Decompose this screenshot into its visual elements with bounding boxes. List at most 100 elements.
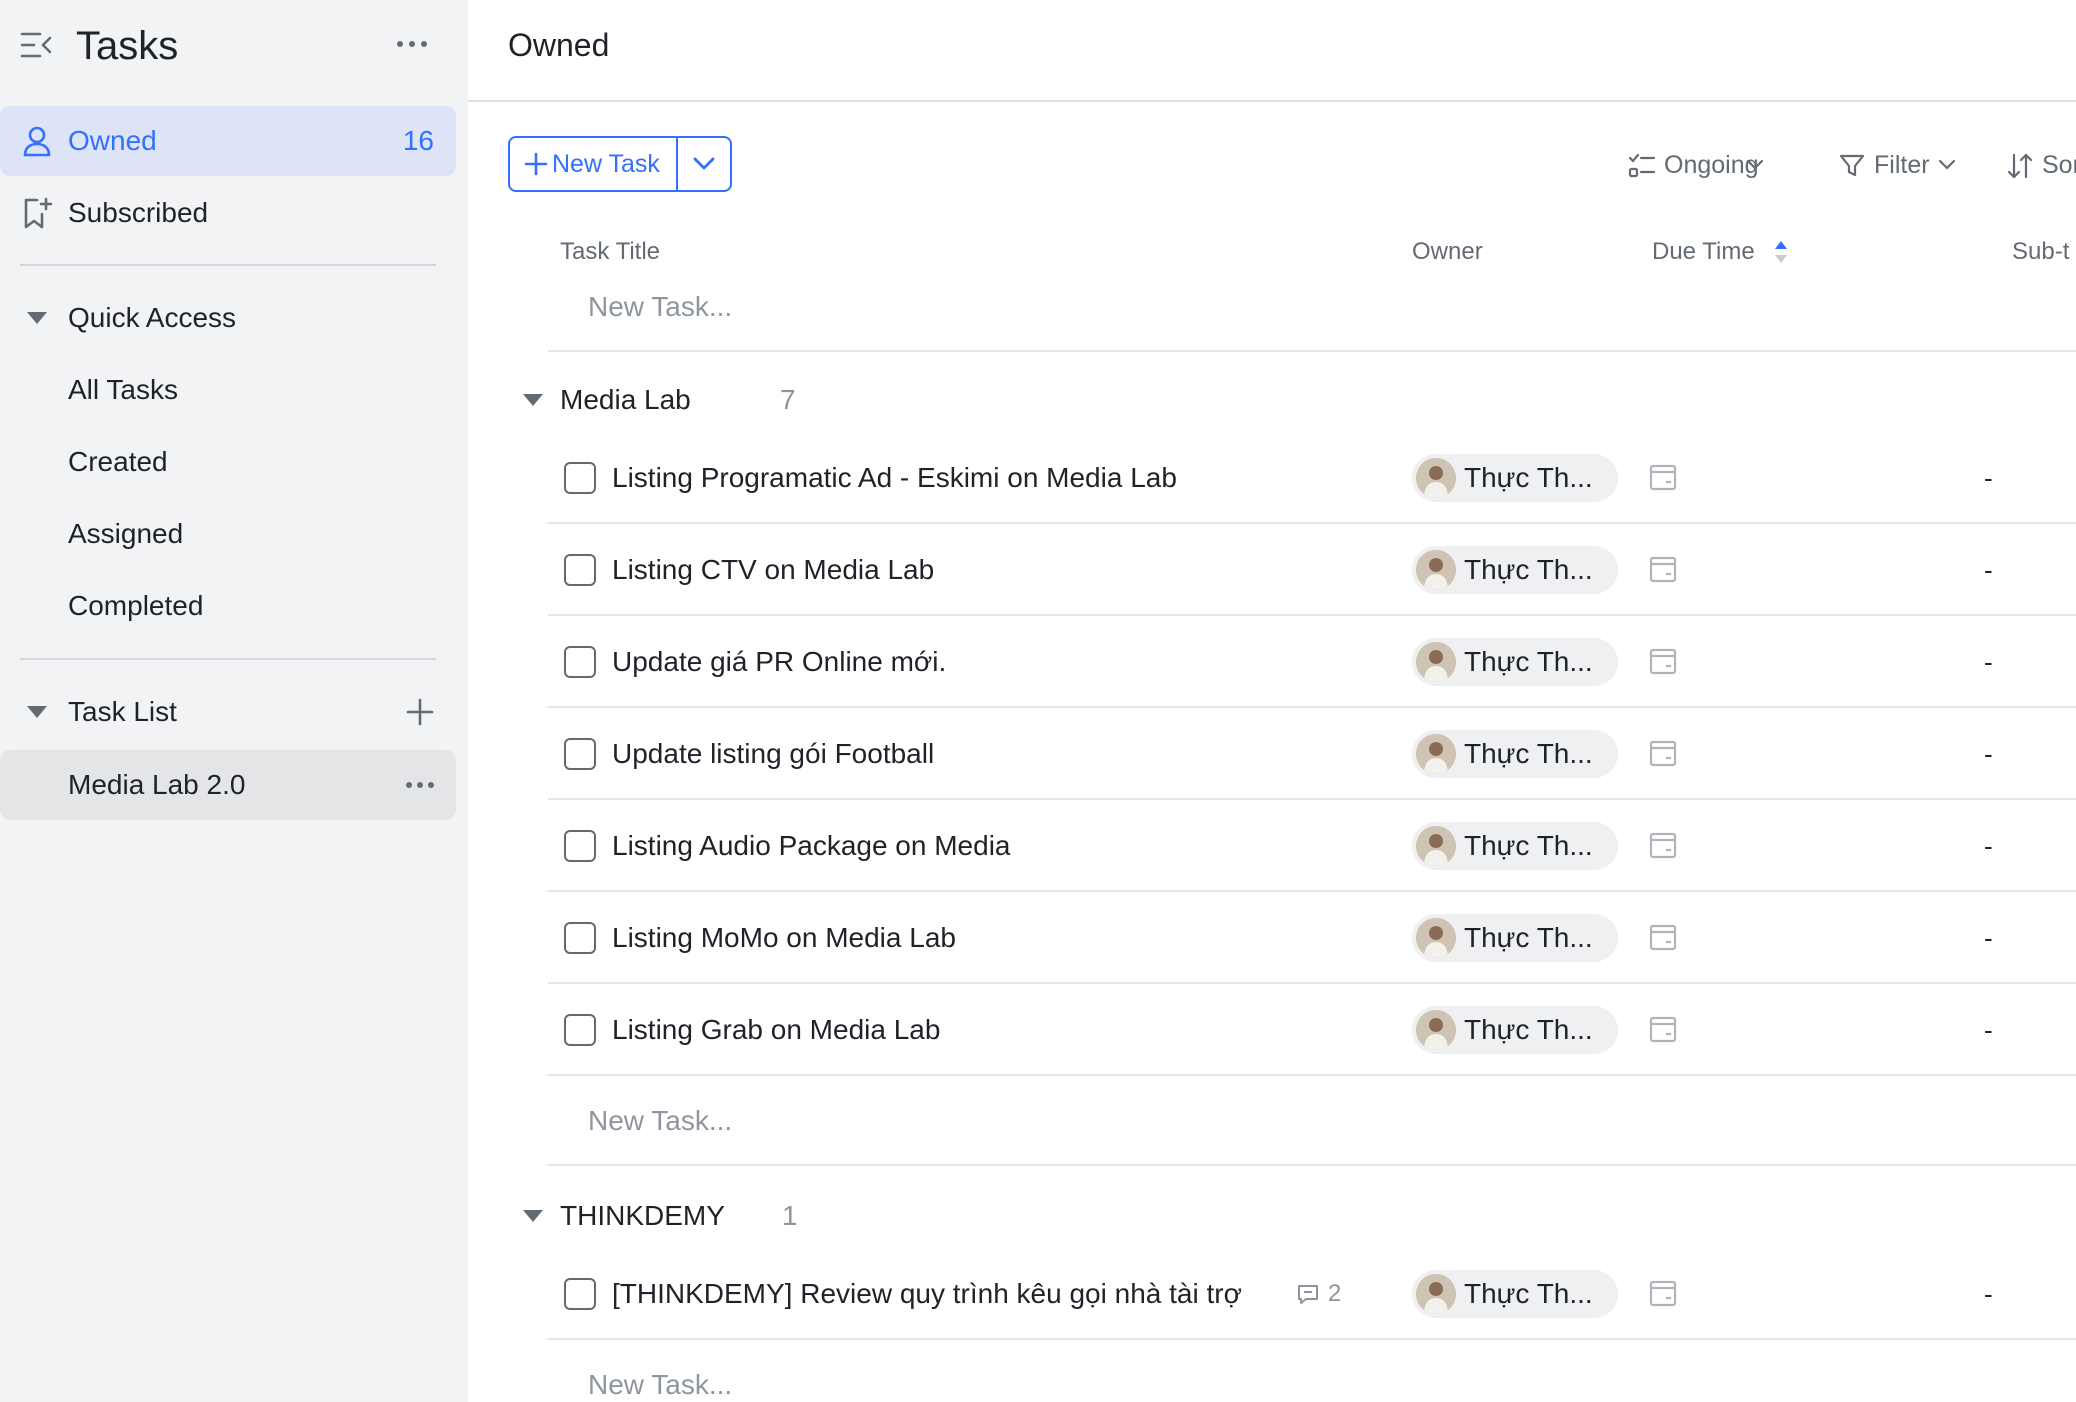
group-count: 1 <box>782 1200 798 1231</box>
avatar <box>1416 734 1456 774</box>
new-task-placeholder: New Task... <box>588 1105 733 1136</box>
new-task-row[interactable]: New Task... <box>548 1340 2076 1402</box>
owner-chip[interactable]: Thực Th... <box>1412 914 1618 962</box>
calendar-icon[interactable] <box>1648 922 1678 952</box>
quick-access-section[interactable]: Quick Access <box>0 288 456 348</box>
owner-name: Thực Th... <box>1464 1014 1593 1045</box>
sub-item-label: Created <box>68 446 168 477</box>
sort-icon <box>2006 152 2034 180</box>
quick-access-created[interactable]: Created <box>0 427 456 497</box>
quick-access-all-tasks[interactable]: All Tasks <box>0 355 456 425</box>
calendar-icon[interactable] <box>1648 646 1678 676</box>
new-task-row[interactable]: New Task... <box>548 1076 2076 1166</box>
quick-access-assigned[interactable]: Assigned <box>0 499 456 569</box>
nav-item-label: Owned <box>68 125 157 156</box>
task-checkbox[interactable] <box>564 922 596 954</box>
calendar-icon[interactable] <box>1648 554 1678 584</box>
task-checkbox[interactable] <box>564 738 596 770</box>
task-checkbox[interactable] <box>564 554 596 586</box>
sidebar-header: Tasks <box>0 0 468 90</box>
sidebar-divider <box>20 264 436 266</box>
new-task-placeholder: New Task... <box>588 291 733 322</box>
owner-chip[interactable]: Thực Th... <box>1412 1270 1618 1318</box>
sidebar: Tasks Owned 16 Subscribed Quick Access A… <box>0 0 468 1402</box>
sub-item-label: Media Lab 2.0 <box>68 769 246 800</box>
calendar-icon[interactable] <box>1648 462 1678 492</box>
calendar-icon[interactable] <box>1648 1278 1678 1308</box>
page-title: Owned <box>508 27 610 63</box>
main-header: Owned <box>468 0 2076 102</box>
task-row[interactable]: Update listing gói Football Thực Th... - <box>548 708 2076 800</box>
main-panel: Owned New Task Ongoing Filter So Task Ti… <box>468 0 2076 1402</box>
task-row[interactable]: Listing MoMo on Media Lab Thực Th... - <box>548 892 2076 984</box>
group-name: THINKDEMY <box>560 1200 725 1231</box>
group-count: 7 <box>780 384 796 415</box>
caret-down-icon <box>522 1208 544 1224</box>
task-row[interactable]: Listing Programatic Ad - Eskimi on Media… <box>548 432 2076 524</box>
task-row[interactable]: [THINKDEMY] Review quy trình kêu gọi nhà… <box>548 1248 2076 1340</box>
task-checkbox[interactable] <box>564 462 596 494</box>
task-title[interactable]: Listing Grab on Media Lab <box>612 984 940 1076</box>
task-title[interactable]: Update giá PR Online mới. <box>612 616 946 708</box>
owner-chip[interactable]: Thực Th... <box>1412 454 1618 502</box>
sub-item-label: All Tasks <box>68 374 178 405</box>
owner-chip[interactable]: Thực Th... <box>1412 822 1618 870</box>
bookmark-icon <box>20 196 54 230</box>
task-checkbox[interactable] <box>564 1278 596 1310</box>
task-title[interactable]: Listing Programatic Ad - Eskimi on Media… <box>612 432 1177 524</box>
calendar-icon[interactable] <box>1648 738 1678 768</box>
new-task-dropdown-button[interactable] <box>678 138 730 190</box>
nav-item-label: Subscribed <box>68 197 209 228</box>
comment-icon <box>1298 1285 1318 1304</box>
sort-button[interactable]: Sor <box>2006 140 2076 190</box>
task-row[interactable]: Update giá PR Online mới. Thực Th... - <box>548 616 2076 708</box>
nav-item-subscribed[interactable]: Subscribed <box>0 178 456 248</box>
filter-label: Filter <box>1874 151 1930 179</box>
owner-chip[interactable]: Thực Th... <box>1412 546 1618 594</box>
new-task-row[interactable]: New Task... <box>548 262 2076 352</box>
task-checkbox[interactable] <box>564 646 596 678</box>
collapse-sidebar-icon[interactable] <box>20 30 54 60</box>
filter-button[interactable]: Filter <box>1838 140 1958 190</box>
avatar <box>1416 918 1456 958</box>
nav-item-owned[interactable]: Owned 16 <box>0 106 456 176</box>
caret-down-icon <box>522 392 544 408</box>
owner-chip[interactable]: Thực Th... <box>1412 638 1618 686</box>
task-title[interactable]: Listing CTV on Media Lab <box>612 524 934 616</box>
group-name: Media Lab <box>560 384 691 415</box>
avatar <box>1416 550 1456 590</box>
group-header-thinkdemy[interactable]: THINKDEMY 1 <box>508 1186 1308 1246</box>
more-icon[interactable] <box>402 770 438 800</box>
task-checkbox[interactable] <box>564 1014 596 1046</box>
task-list-section[interactable]: Task List <box>0 682 456 742</box>
task-title[interactable]: Update listing gói Football <box>612 708 934 800</box>
task-title[interactable]: [THINKDEMY] Review quy trình kêu gọi nhà… <box>612 1248 1242 1340</box>
task-title[interactable]: Listing MoMo on Media Lab <box>612 892 956 984</box>
owner-chip[interactable]: Thực Th... <box>1412 730 1618 778</box>
filter-icon <box>1838 152 1866 180</box>
calendar-icon[interactable] <box>1648 1014 1678 1044</box>
sort-arrows-icon[interactable] <box>1774 240 1788 264</box>
subtask-value: - <box>1984 647 1993 677</box>
task-row[interactable]: Listing Audio Package on Media Thực Th...… <box>548 800 2076 892</box>
group-header-media-lab[interactable]: Media Lab 7 <box>508 370 1308 430</box>
calendar-icon[interactable] <box>1648 830 1678 860</box>
task-row[interactable]: Listing CTV on Media Lab Thực Th... - <box>548 524 2076 616</box>
task-checkbox[interactable] <box>564 830 596 862</box>
add-task-list-icon[interactable] <box>404 696 436 728</box>
avatar <box>1416 642 1456 682</box>
owner-chip[interactable]: Thực Th... <box>1412 1006 1618 1054</box>
sub-item-label: Completed <box>68 590 204 621</box>
task-title[interactable]: Listing Audio Package on Media <box>612 800 1011 892</box>
new-task-button[interactable]: New Task <box>510 138 676 190</box>
new-task-label: New Task <box>552 150 660 178</box>
caret-down-icon <box>26 704 48 720</box>
subtask-value: - <box>1984 831 1993 861</box>
ongoing-filter-button[interactable]: Ongoing <box>1628 140 1768 190</box>
plus-icon <box>524 152 548 176</box>
avatar <box>1416 1274 1456 1314</box>
quick-access-completed[interactable]: Completed <box>0 571 456 641</box>
more-icon[interactable] <box>392 26 432 62</box>
task-row[interactable]: Listing Grab on Media Lab Thực Th... - <box>548 984 2076 1076</box>
task-list-item-media-lab[interactable]: Media Lab 2.0 <box>0 750 456 820</box>
